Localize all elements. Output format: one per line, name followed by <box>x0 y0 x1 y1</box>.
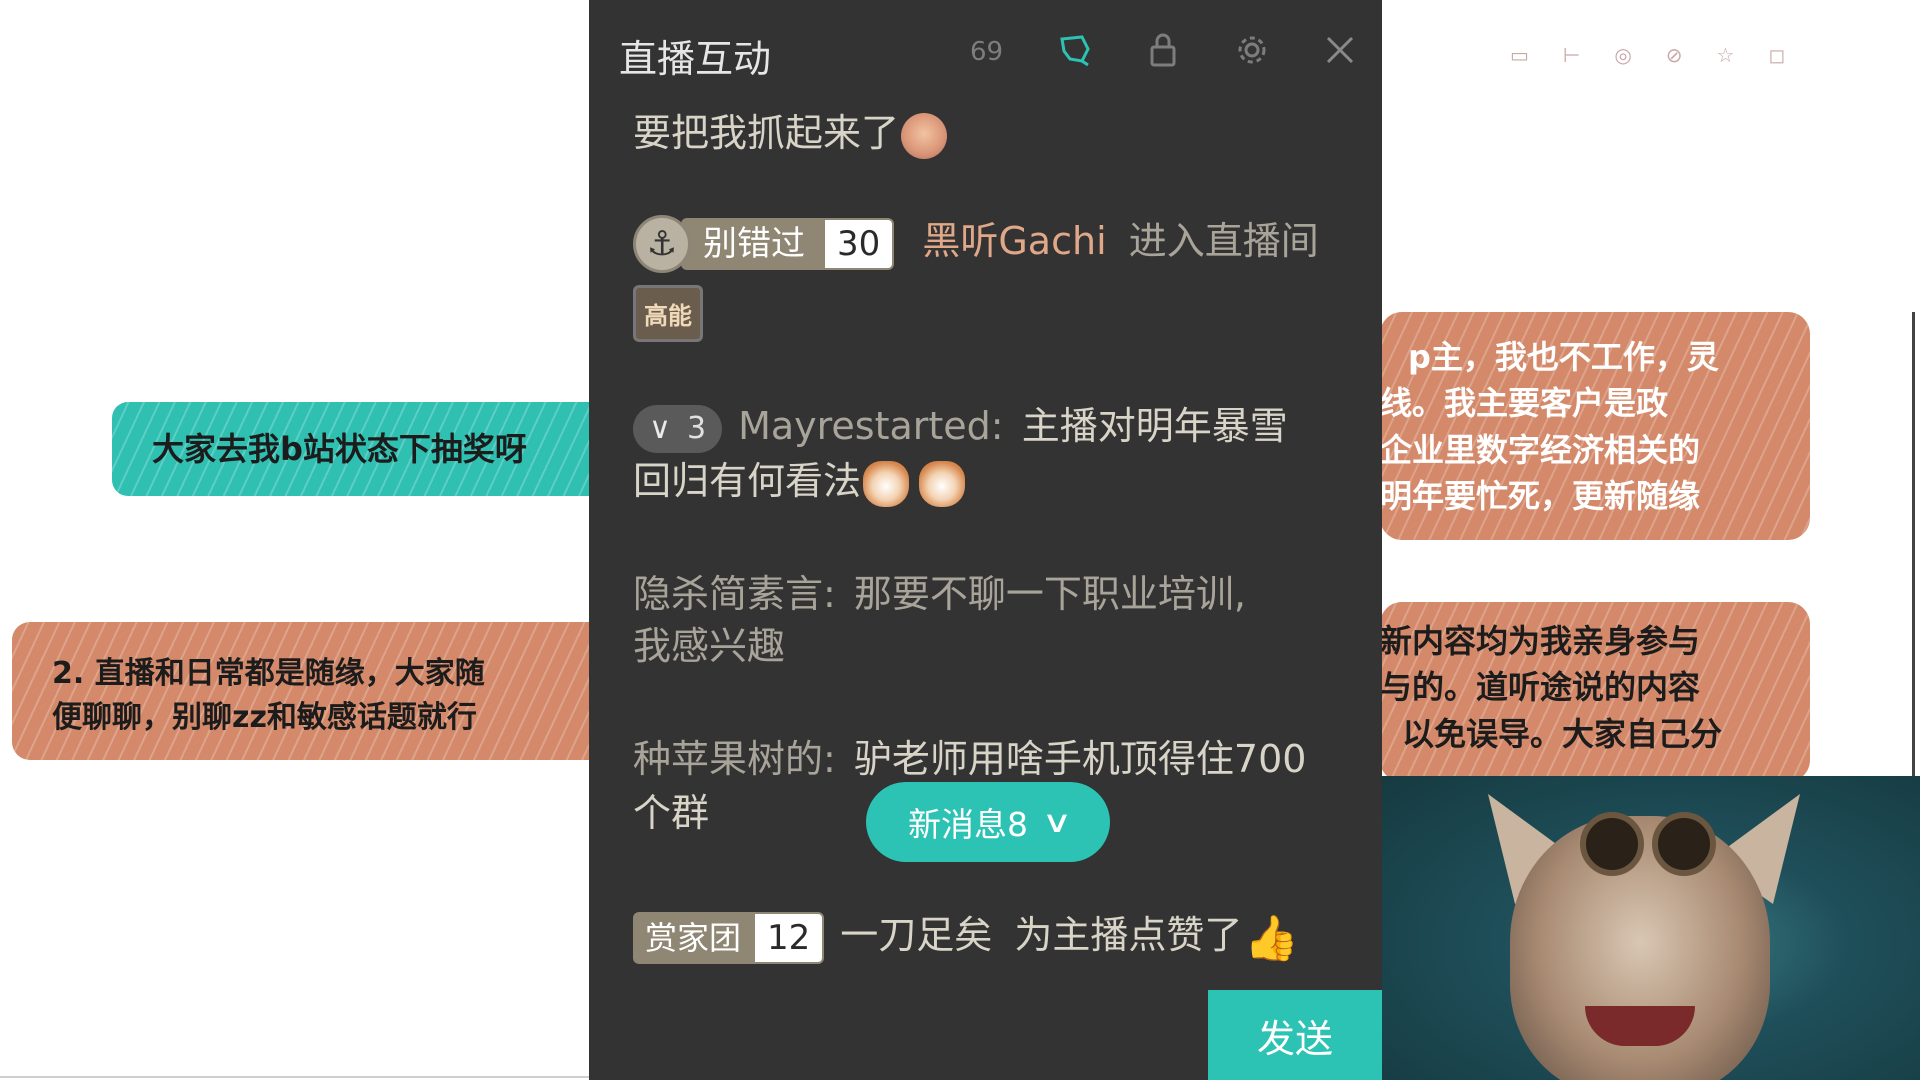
username[interactable]: 一刀足矣 <box>840 913 992 957</box>
username[interactable]: 黑听Gachi <box>922 219 1106 263</box>
doge-icon <box>919 460 966 507</box>
rules-note: 2. 直播和日常都是随缘，大家随 便聊聊，别聊zz和敏感话题就行 <box>12 622 632 760</box>
shake-icon[interactable] <box>1055 30 1095 70</box>
close-icon[interactable] <box>1320 30 1360 70</box>
message-text: 回归有何看法 <box>633 459 862 503</box>
chat-message-cont: 个群 <box>633 782 709 837</box>
lottery-note-text: 大家去我b站状态下抽奖呀 <box>152 429 527 468</box>
gear-icon[interactable] <box>1232 30 1272 70</box>
faint-icon: ⊘ <box>1665 43 1683 67</box>
fan-medal[interactable]: 赏家团 12 <box>633 911 825 964</box>
medal-name: 别错过 <box>681 217 823 270</box>
like-notice: 赏家团 12 一刀足矣 为主播点赞了👍 <box>633 904 1299 964</box>
chevron-down-icon: ∨ <box>1041 804 1073 840</box>
faint-icon: ⊢ <box>1562 43 1581 67</box>
new-messages-button[interactable]: 新消息8 ∨ <box>866 782 1110 862</box>
crying-face-icon <box>901 112 948 159</box>
live-interaction-panel: 直播互动 69 要把我抓起来了 ⚓ 别错过 30 黑听Gachi 进入直播间 高… <box>589 0 1382 1080</box>
disclaimer-note-line: 与的。道听途说的内容 <box>1380 668 1701 707</box>
faint-icon: ◎ <box>1614 43 1632 67</box>
doge-icon <box>863 460 910 507</box>
panel-title: 直播互动 <box>619 37 772 81</box>
faint-icon: ◻ <box>1768 43 1786 67</box>
fan-medal[interactable]: ⚓ 别错过 30 <box>633 214 895 273</box>
send-button[interactable]: 发送 <box>1208 990 1382 1080</box>
intro-note-line: 明年要忙死，更新随缘 <box>1380 477 1701 516</box>
message-text: 我感兴趣 <box>633 624 786 668</box>
rules-note-line: 便聊聊，别聊zz和敏感话题就行 <box>52 699 477 735</box>
thumbs-up-icon: 👍 <box>1244 912 1300 964</box>
webcam-feed <box>1380 776 1920 1080</box>
sixtynine-icon[interactable]: 69 <box>965 30 1005 70</box>
message-text: 那要不聊一下职业培训, <box>853 572 1246 616</box>
svg-text:69: 69 <box>970 37 1002 67</box>
high-energy-tag: 高能 <box>633 285 703 342</box>
disclaimer-note-line: 新内容均为我亲身参与 <box>1380 622 1701 660</box>
message-text: 要把我抓起来了 <box>633 111 900 155</box>
chat-message-cont: 我感兴趣 <box>633 615 785 670</box>
intro-note: p主，我也不工作，灵 线。我主要客户是政 企业里数字经济相关的 明年要忙死，更新… <box>1380 312 1810 540</box>
medal-level: 30 <box>823 217 895 270</box>
lottery-note: 大家去我b站状态下抽奖呀 <box>112 402 632 496</box>
guard-badge[interactable]: ∨ 3 <box>633 404 723 453</box>
disclaimer-note-line: 以免误导。大家自己分 <box>1402 714 1723 753</box>
chat-message: ∨ 3 Mayrestarted: 主播对明年暴雪 <box>633 395 1288 453</box>
entry-notice: ⚓ 别错过 30 黑听Gachi 进入直播间 <box>633 210 1319 273</box>
guard-level: 3 <box>686 411 707 446</box>
goggles <box>1580 812 1720 882</box>
message-text: 主播对明年暴雪 <box>1021 404 1288 448</box>
medal-level: 12 <box>753 911 825 964</box>
message-text: 个群 <box>633 791 710 835</box>
username[interactable]: 种苹果树的: <box>633 737 836 781</box>
chat-message: 种苹果树的: 驴老师用啥手机顶得住700 <box>633 728 1306 783</box>
username[interactable]: 隐杀简素言: <box>633 572 836 616</box>
new-messages-label: 新消息8 <box>908 805 1029 844</box>
intro-note-line: p主，我也不工作，灵 <box>1408 338 1719 376</box>
rules-note-line: 2. 直播和日常都是随缘，大家随 <box>52 656 485 691</box>
faint-icon: ☆ <box>1716 43 1735 67</box>
chevron-down-icon: ∨ <box>649 411 671 446</box>
message-text: 驴老师用啥手机顶得住700 <box>853 737 1307 781</box>
entry-action: 进入直播间 <box>1128 219 1319 263</box>
chat-message: 隐杀简素言: 那要不聊一下职业培训, <box>633 563 1246 618</box>
tag-row: 高能 <box>633 285 703 342</box>
like-action: 为主播点赞了 <box>1014 913 1243 957</box>
faint-icon: ▭ <box>1510 43 1529 67</box>
background-toolbar: ▭ ⊢ ◎ ⊘ ☆ ◻ <box>1510 40 1880 70</box>
chat-message-cont: 回归有何看法 <box>633 450 966 507</box>
medal-name: 赏家团 <box>633 911 754 964</box>
chat-message: 要把我抓起来了 <box>633 102 948 159</box>
anchor-icon: ⚓ <box>633 214 691 273</box>
intro-note-line: 企业里数字经济相关的 <box>1380 430 1701 469</box>
username[interactable]: Mayrestarted: <box>738 404 1004 448</box>
lock-icon[interactable] <box>1143 30 1183 70</box>
intro-note-line: 线。我主要客户是政 <box>1380 384 1669 423</box>
disclaimer-note: 新内容均为我亲身参与 与的。道听途说的内容 以免误导。大家自己分 <box>1380 602 1810 782</box>
